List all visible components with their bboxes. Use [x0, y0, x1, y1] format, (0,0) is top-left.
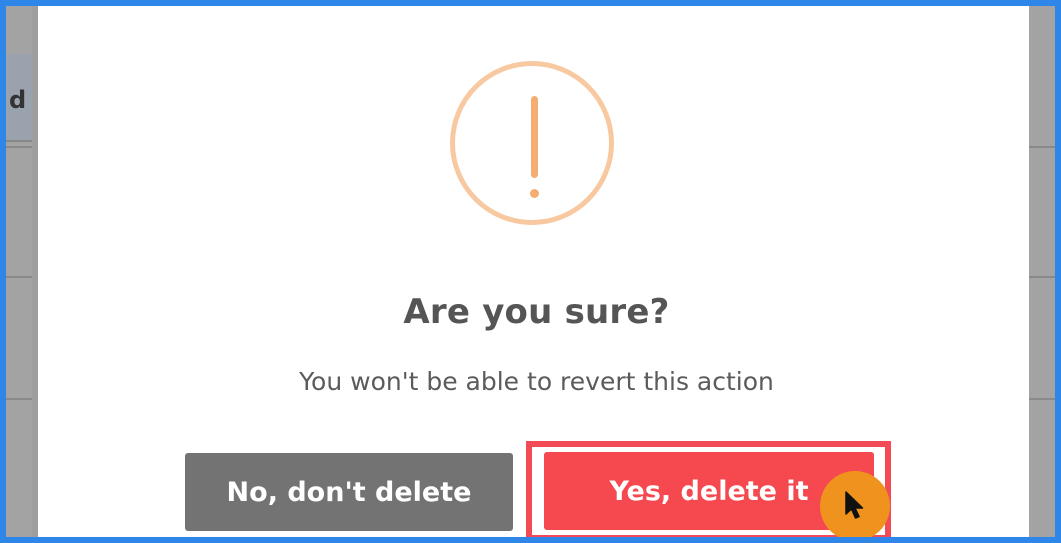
backdrop-header-text: d	[9, 86, 27, 114]
backdrop-row-divider	[1029, 276, 1055, 278]
backdrop-table-right	[1029, 6, 1055, 537]
backdrop-row-divider	[1029, 146, 1055, 148]
backdrop-row-divider	[1029, 398, 1055, 400]
dialog-title: Are you sure?	[403, 292, 670, 332]
backdrop-row-divider	[6, 146, 32, 148]
screenshot-frame: d Are you sure? You won't be able to rev…	[0, 0, 1061, 543]
mouse-pointer-icon	[845, 491, 864, 519]
cancel-button[interactable]: No, don't delete	[185, 453, 513, 531]
warning-exclamation-icon	[450, 61, 614, 225]
cursor-badge	[820, 471, 890, 537]
backdrop-row-divider	[6, 276, 32, 278]
dialog-message: You won't be able to revert this action	[299, 367, 774, 396]
exclamation-dot	[530, 189, 539, 198]
exclamation-bar	[531, 96, 538, 178]
backdrop-row-divider	[6, 398, 32, 400]
